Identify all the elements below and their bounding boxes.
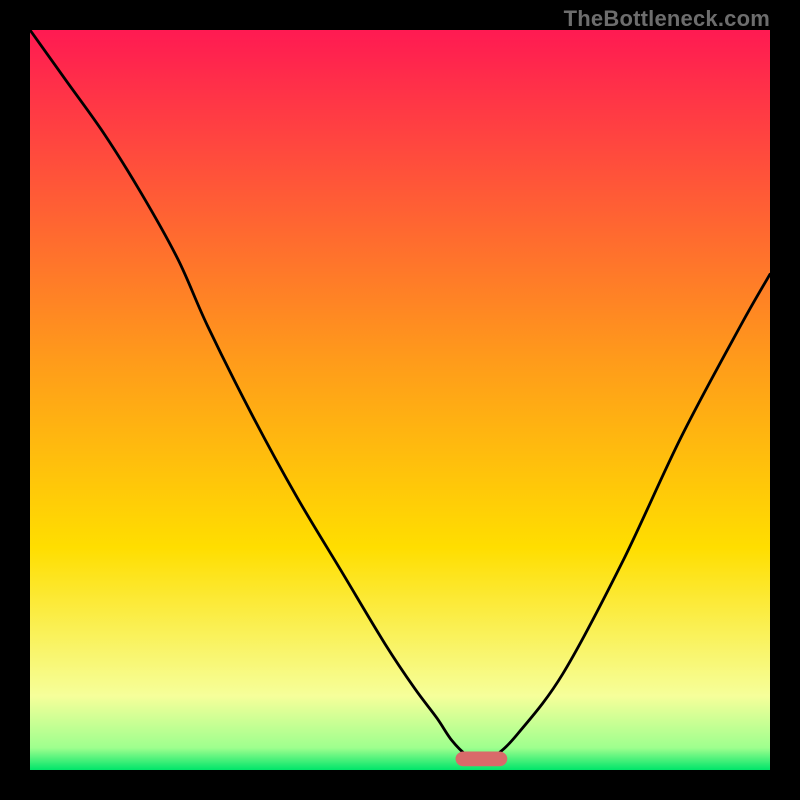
bottleneck-plot — [30, 30, 770, 770]
gradient-background — [30, 30, 770, 770]
watermark-text: TheBottleneck.com — [564, 6, 770, 32]
chart-frame: TheBottleneck.com — [0, 0, 800, 800]
optimum-marker — [456, 752, 508, 767]
